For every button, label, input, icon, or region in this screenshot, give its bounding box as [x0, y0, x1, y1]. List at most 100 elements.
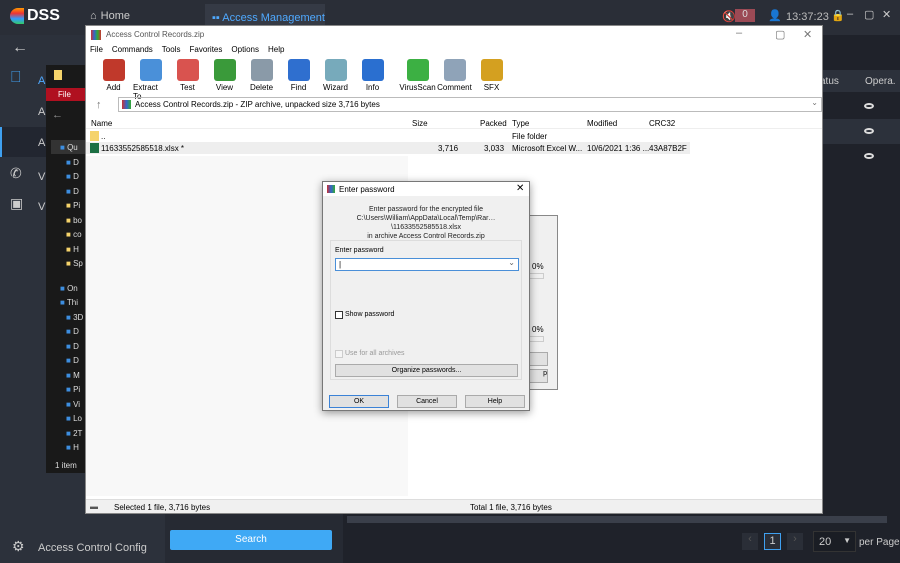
cancel-button[interactable]: Cancel	[397, 395, 457, 408]
ok-button[interactable]: OK	[329, 395, 389, 408]
prev-page-button[interactable]: ‹	[742, 533, 758, 550]
add-button[interactable]: Add	[96, 59, 131, 101]
nav-item-icon: ■	[66, 215, 74, 225]
nav-item[interactable]: ■ H	[66, 443, 79, 452]
sidebar-subitem[interactable]: A	[38, 106, 45, 118]
maximize-icon[interactable]: ▢	[775, 28, 785, 41]
menu-favorites[interactable]: Favorites	[189, 45, 222, 54]
nav-item[interactable]: ■ bo	[66, 216, 82, 225]
nav-item[interactable]: ■ D	[66, 187, 79, 196]
menu-commands[interactable]: Commands	[112, 45, 153, 54]
alarm-count[interactable]: 0	[735, 9, 755, 22]
menu-tools[interactable]: Tools	[162, 45, 181, 54]
horizontal-scrollbar[interactable]	[347, 516, 887, 523]
nav-item[interactable]: ■ co	[66, 230, 82, 239]
col-packed[interactable]: Packed	[480, 119, 507, 128]
nav-item[interactable]: ■ Qu	[60, 143, 78, 152]
winrar-icon	[91, 30, 101, 40]
use-for-all-archives-checkbox[interactable]	[335, 350, 343, 358]
file-tab[interactable]: File	[46, 88, 86, 101]
col-size[interactable]: Size	[412, 119, 428, 128]
eye-icon[interactable]	[864, 153, 874, 159]
access-control-config[interactable]: Access Control Config	[38, 542, 147, 554]
col-modified[interactable]: Modified	[587, 119, 617, 128]
nav-home[interactable]: ⌂ Home	[90, 10, 130, 22]
clock-time: 13:37:23	[786, 11, 829, 23]
door-icon: ⎕	[11, 69, 21, 86]
table-row[interactable]: 11633552585518.xlsx * 3,716 3,033 Micros…	[86, 142, 690, 154]
lock-icon[interactable]: 🔒	[831, 9, 845, 22]
col-type[interactable]: Type	[512, 119, 529, 128]
table-row-selected[interactable]	[818, 119, 900, 144]
test-button[interactable]: Test	[170, 59, 205, 101]
col-crc32[interactable]: CRC32	[649, 119, 675, 128]
address-bar[interactable]: Access Control Records.zip - ZIP archive…	[118, 97, 822, 112]
nav-item[interactable]: ■ D	[66, 356, 79, 365]
find-button[interactable]: Find	[281, 59, 316, 101]
organize-passwords-button[interactable]: Organize passwords...	[335, 364, 518, 377]
chevron-down-icon[interactable]: ⌄	[508, 258, 515, 267]
close-icon[interactable]: ✕	[516, 183, 524, 194]
up-arrow-icon[interactable]: ↑	[96, 99, 102, 111]
show-password-checkbox[interactable]	[335, 311, 343, 319]
table-row[interactable]: .. File folder	[86, 130, 690, 142]
nav-item[interactable]: ■ D	[66, 158, 79, 167]
search-button[interactable]: Search	[170, 530, 332, 550]
menu-help[interactable]: Help	[268, 45, 284, 54]
nav-item[interactable]: ■ Pi	[66, 201, 80, 210]
close-icon[interactable]: ✕	[882, 8, 891, 21]
enter-password-dialog: Enter password ✕ Enter password for the …	[322, 181, 530, 411]
nav-item[interactable]: ■ Vi	[66, 400, 80, 409]
next-page-button[interactable]: ›	[787, 533, 803, 550]
delete-button[interactable]: Delete	[244, 59, 279, 101]
sidebar-item-access[interactable]: A	[38, 75, 45, 87]
minimize-icon[interactable]: –	[736, 27, 742, 39]
back-arrow-icon[interactable]: ←	[52, 109, 63, 121]
menu-bar: File Commands Tools Favorites Options Help	[90, 45, 284, 54]
view-button[interactable]: View	[207, 59, 242, 101]
wizard-button[interactable]: Wizard	[318, 59, 353, 101]
nav-item[interactable]: ■ 2T	[66, 429, 82, 438]
nav-item[interactable]: ■ Thi	[60, 298, 78, 307]
drive-icon: ▬	[90, 502, 98, 511]
nav-item[interactable]: ■ D	[66, 342, 79, 351]
help-button[interactable]: Help	[465, 395, 525, 408]
nav-item[interactable]: ■ D	[66, 172, 79, 181]
pause-button[interactable]: p	[528, 369, 548, 383]
nav-item[interactable]: ■ 3D	[66, 313, 83, 322]
eye-icon[interactable]	[864, 128, 874, 134]
show-password-label[interactable]: Show password	[345, 311, 394, 318]
grid-icon: ▪▪	[212, 12, 223, 24]
menu-options[interactable]: Options	[231, 45, 259, 54]
background-button[interactable]	[528, 352, 548, 366]
password-input[interactable]: | ⌄	[335, 258, 519, 271]
menu-file[interactable]: File	[90, 45, 103, 54]
nav-item[interactable]: ■ D	[66, 327, 79, 336]
back-arrow-icon[interactable]: ←	[12, 39, 28, 57]
user-icon[interactable]: 👤	[768, 9, 782, 22]
nav-item[interactable]: ■ Sp	[66, 259, 83, 268]
virusscan-button[interactable]: VirusScan	[399, 59, 436, 101]
eye-icon[interactable]	[864, 103, 874, 109]
sfx-button[interactable]: SFX	[474, 59, 509, 101]
mute-icon[interactable]: 🔇	[722, 10, 736, 23]
nav-item[interactable]: ■ H	[66, 245, 79, 254]
maximize-icon[interactable]: ▢	[864, 8, 874, 21]
close-icon[interactable]: ✕	[803, 28, 812, 41]
nav-item[interactable]: ■ M	[66, 371, 80, 380]
col-name[interactable]: Name	[91, 119, 112, 128]
nav-item[interactable]: ■ Pi	[66, 385, 80, 394]
minimize-icon[interactable]: –	[847, 8, 853, 20]
extract-to-button[interactable]: Extract To	[133, 59, 168, 101]
chevron-down-icon[interactable]: ⌄	[811, 98, 818, 107]
nav-item[interactable]: ■ Lo	[66, 414, 82, 423]
per-page-select[interactable]: 20 ▼	[813, 531, 856, 552]
sidebar-item-video[interactable]: V	[38, 171, 45, 183]
comment-button[interactable]: Comment	[437, 59, 472, 101]
nav-item-icon: ■	[66, 157, 74, 167]
info-button[interactable]: Info	[355, 59, 390, 101]
progress-bar	[528, 273, 544, 279]
sidebar-item-visitor[interactable]: V	[38, 201, 45, 213]
nav-item[interactable]: ■ On	[60, 284, 78, 293]
page-1-button[interactable]: 1	[764, 533, 781, 550]
